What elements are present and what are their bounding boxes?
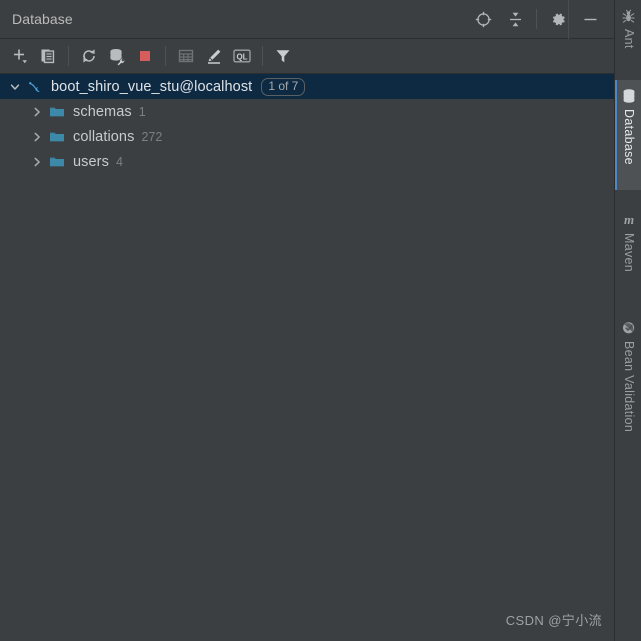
- minimize-icon[interactable]: [577, 6, 603, 32]
- database-tree[interactable]: boot_shiro_vue_stu@localhost 1 of 7 sche…: [0, 74, 614, 641]
- tab-bean-validation[interactable]: Bean Validation: [615, 312, 641, 462]
- tab-ant[interactable]: Ant: [615, 0, 641, 66]
- database-tool-window-app: Database QL boot_shiro_vue_stu@localhost…: [0, 0, 641, 641]
- maven-m-icon: m: [620, 211, 638, 229]
- datasource-label: boot_shiro_vue_stu@localhost: [51, 78, 253, 95]
- database-cylinder-icon: [620, 87, 638, 105]
- toolbar-separator-1: [68, 46, 69, 66]
- collations-count: 272: [141, 129, 163, 144]
- tab-database[interactable]: Database: [615, 80, 641, 190]
- toolbar-separator-2: [165, 46, 166, 66]
- query-console-icon[interactable]: QL: [228, 42, 256, 70]
- schemas-node[interactable]: schemas 1: [0, 99, 614, 124]
- table-editor-icon[interactable]: [172, 42, 200, 70]
- refresh-icon[interactable]: [75, 42, 103, 70]
- collapse-all-icon[interactable]: [502, 6, 528, 32]
- collations-node[interactable]: collations 272: [0, 124, 614, 149]
- datasource-properties-icon[interactable]: [103, 42, 131, 70]
- folder-icon: [46, 104, 68, 120]
- tab-ant-label: Ant: [621, 29, 636, 49]
- database-toolbar: QL: [0, 39, 614, 74]
- folder-icon: [46, 129, 68, 145]
- header-actions: [467, 0, 614, 38]
- filter-icon[interactable]: [269, 42, 297, 70]
- ant-bug-icon: [620, 7, 638, 25]
- svg-text:m: m: [623, 212, 633, 227]
- toolbar-separator-3: [262, 46, 263, 66]
- expand-chevron-right-icon[interactable]: [28, 156, 46, 168]
- collations-label: collations: [73, 128, 135, 145]
- users-count: 4: [115, 154, 123, 169]
- users-node[interactable]: users 4: [0, 149, 614, 174]
- tab-bean-validation-label: Bean Validation: [621, 341, 636, 433]
- scroll-to-source-icon[interactable]: [470, 6, 496, 32]
- status-badge: 1 of 7: [261, 77, 306, 96]
- duplicate-icon[interactable]: [34, 42, 62, 70]
- schemas-count: 1: [138, 104, 146, 119]
- svg-text:QL: QL: [236, 52, 247, 61]
- database-tool-window: Database QL boot_shiro_vue_stu@localhost…: [0, 0, 614, 641]
- header-column-divider: [568, 0, 569, 39]
- expand-chevron-right-icon[interactable]: [28, 131, 46, 143]
- expand-chevron-down-icon[interactable]: [6, 81, 24, 93]
- tab-database-label: Database: [621, 109, 636, 165]
- right-tool-window-bar: Ant Database m Maven Bean Validation: [614, 0, 641, 641]
- folder-icon: [46, 154, 68, 170]
- stop-icon[interactable]: [131, 42, 159, 70]
- expand-chevron-right-icon[interactable]: [28, 106, 46, 118]
- watermark: CSDN @宁小流: [505, 613, 602, 628]
- modify-icon[interactable]: [200, 42, 228, 70]
- mysql-datasource-icon: [24, 78, 46, 95]
- header-separator: [536, 9, 537, 29]
- users-label: users: [73, 153, 109, 170]
- tab-maven-label: Maven: [621, 233, 636, 273]
- datasource-node[interactable]: boot_shiro_vue_stu@localhost 1 of 7: [0, 74, 614, 99]
- tab-maven[interactable]: m Maven: [615, 204, 641, 298]
- tool-window-header: Database: [0, 0, 614, 39]
- add-datasource-icon[interactable]: [6, 42, 34, 70]
- bean-validation-icon: [620, 319, 638, 337]
- page-title: Database: [12, 11, 73, 27]
- schemas-label: schemas: [73, 103, 132, 120]
